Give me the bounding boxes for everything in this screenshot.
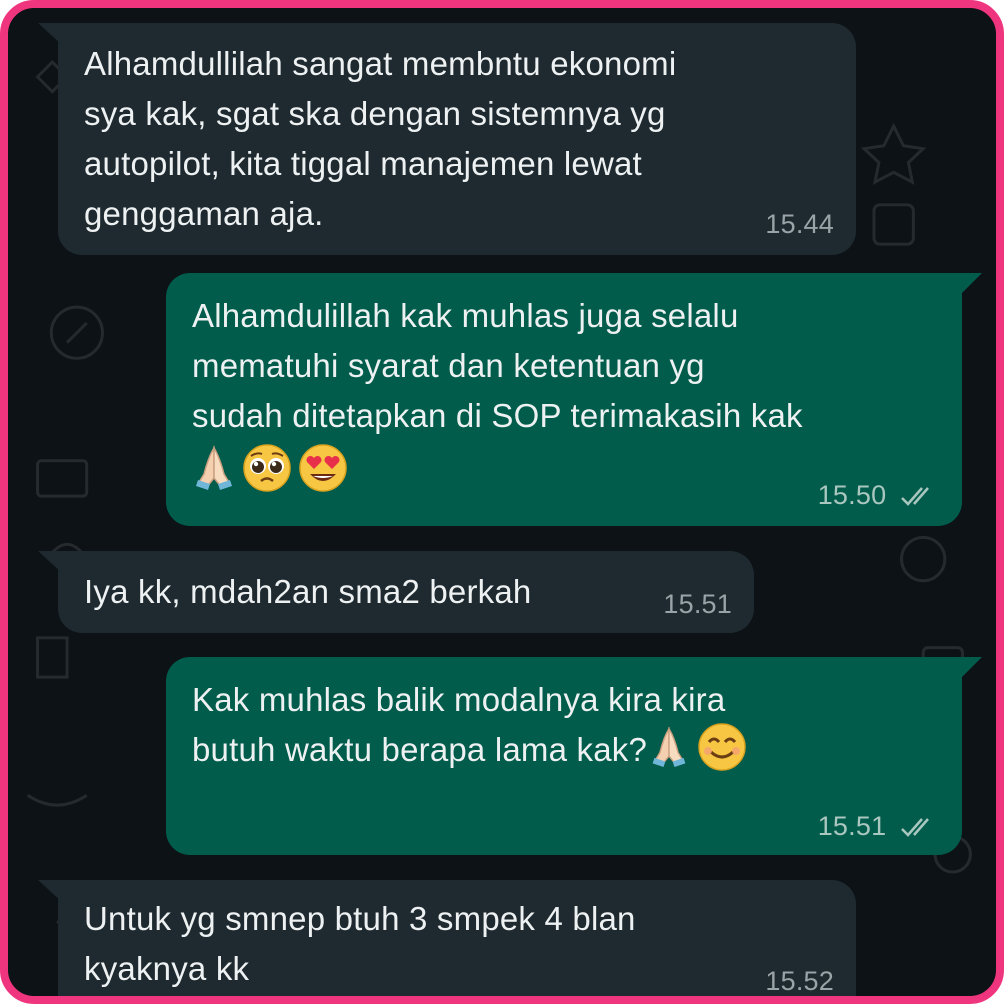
message-bubble-incoming[interactable]: Iya kk, mdah2an sma2 berkah 15.51	[58, 551, 754, 633]
bubble-tail-outgoing	[962, 657, 982, 677]
message-text: Untuk yg smnep btuh 3 smpek 4 blan kyakn…	[84, 900, 636, 987]
bubble-tail-outgoing	[962, 273, 982, 293]
message-bubble-outgoing[interactable]: Kak muhlas balik modalnya kira kira butu…	[166, 657, 962, 855]
message-bubble-incoming[interactable]: Untuk yg smnep btuh 3 smpek 4 blan kyakn…	[58, 880, 856, 996]
message-text-line: Kak muhlas balik modalnya kira kira butu…	[192, 681, 726, 768]
message-time: 15.51	[663, 589, 732, 619]
message-time: 15.50	[817, 480, 887, 510]
message-meta: 15.50	[818, 480, 936, 510]
folded-hands-icon	[196, 445, 232, 490]
message-time: 15.44	[765, 209, 834, 239]
message-text: Alhamdulillah kak muhlas juga selalu mem…	[192, 297, 803, 434]
smiling-face-icon	[698, 723, 746, 772]
pleading-face-icon	[243, 444, 291, 492]
bubble-tail-incoming	[38, 880, 62, 902]
message-time: 15.52	[765, 966, 834, 996]
message-bubble-incoming[interactable]: Alhamdullilah sangat membntu ekonomi sya…	[58, 23, 856, 255]
double-check-read-icon	[901, 818, 929, 837]
bubble-tail-incoming	[38, 23, 62, 45]
double-check-read-icon	[901, 487, 929, 506]
bubble-tail-incoming	[38, 551, 62, 573]
message-text: Kak muhlas balik modalnya kira kira butu…	[192, 675, 938, 775]
message-bubble-outgoing[interactable]: Alhamdulillah kak muhlas juga selalu mem…	[166, 273, 962, 526]
message-time: 15.51	[817, 811, 887, 841]
folded-hands-icon	[652, 726, 686, 768]
message-text: Iya kk, mdah2an sma2 berkah	[84, 573, 532, 610]
chat-screenshot-frame: Alhamdullilah sangat membntu ekonomi sya…	[0, 0, 1004, 1004]
heart-eyes-face-icon	[299, 444, 347, 492]
message-meta: 15.51	[818, 811, 936, 841]
message-text: Alhamdullilah sangat membntu ekonomi sya…	[84, 45, 677, 232]
